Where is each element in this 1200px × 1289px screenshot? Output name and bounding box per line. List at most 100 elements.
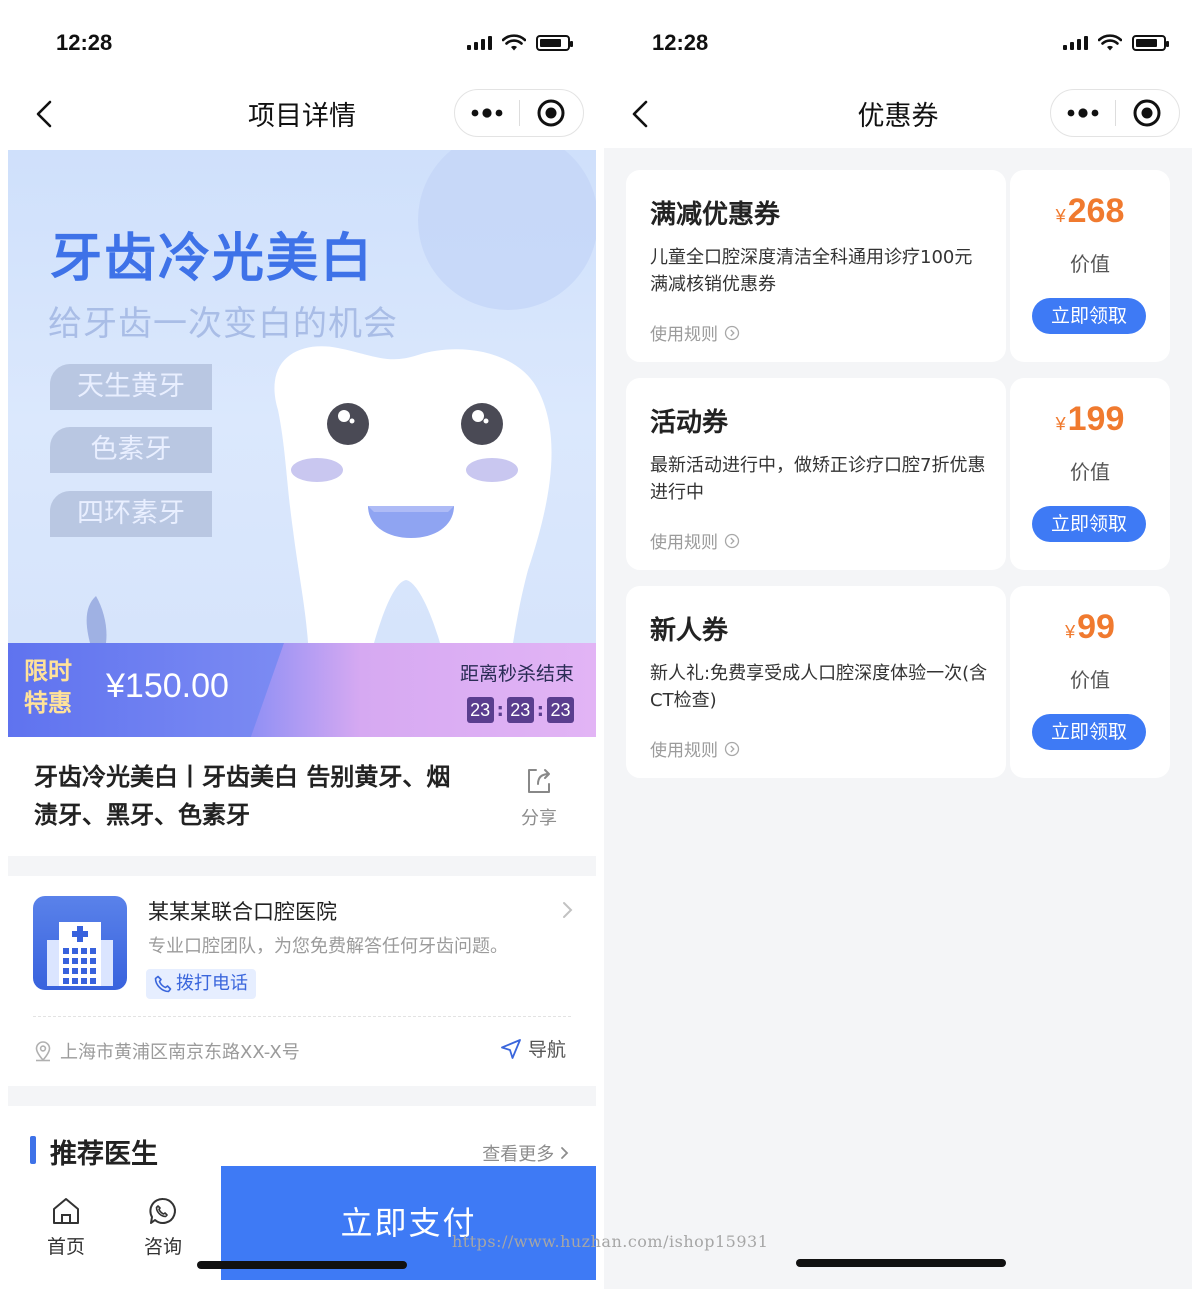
countdown-hours: 23 <box>466 697 494 723</box>
hospital-name[interactable]: 某某某联合口腔医院 <box>148 896 337 926</box>
product-title: 牙齿冷光美白丨牙齿美白 告别黄牙、烟渍牙、黑牙、色素牙 <box>34 763 451 829</box>
view-more-link[interactable]: 查看更多 <box>482 1140 570 1166</box>
home-icon <box>53 1198 79 1224</box>
recommended-doctors-header: 推荐医生 查看更多 <box>8 1106 596 1170</box>
coupon-value-label: 价值 <box>1070 460 1110 484</box>
signal-icon <box>467 36 492 50</box>
nav-bar: 优惠券 <box>604 80 1192 148</box>
section-gap <box>8 856 596 876</box>
coupon-value-label: 价值 <box>1070 668 1110 692</box>
coupon-rules-link[interactable]: 使用规则 <box>650 528 740 553</box>
status-time: 12:28 <box>56 30 113 55</box>
coupon-title: 活动券 <box>650 408 729 438</box>
coupon-rules-label: 使用规则 <box>650 533 718 553</box>
coupon-rules-link[interactable]: 使用规则 <box>650 320 740 345</box>
product-banner: 牙齿冷光美白 给牙齿一次变白的机会 天生黄牙 色素牙 四环素牙 <box>8 150 596 643</box>
flash-sale-price: ¥150.00 <box>106 667 229 705</box>
hospital-address: 上海市黄浦区南京东路XX-X号 <box>60 1042 300 1063</box>
claim-coupon-button[interactable]: 立即领取 <box>1032 714 1146 750</box>
tab-consult-label: 咨询 <box>143 1236 182 1258</box>
banner-tag: 四环素牙 <box>50 491 212 537</box>
status-icons <box>467 34 573 52</box>
coupon-amount: ¥99 <box>1010 608 1170 647</box>
hospital-description: 专业口腔团队，为您免费解答任何牙齿问题。 <box>148 936 508 957</box>
share-icon <box>528 769 550 793</box>
coupon-info: 活动券 最新活动进行中，做矫正诊疗口腔7折优惠进行中 使用规则 <box>626 378 1006 570</box>
coupon-description: 最新活动进行中，做矫正诊疗口腔7折优惠进行中 <box>650 455 986 503</box>
claim-coupon-button[interactable]: 立即领取 <box>1032 298 1146 334</box>
bottom-tab-bar: 首页 咨询 立即支付 <box>8 1166 596 1289</box>
banner-subtitle: 给牙齿一次变白的机会 <box>48 304 398 344</box>
tab-consult[interactable]: 咨询 <box>133 1196 193 1259</box>
signal-icon <box>1063 36 1088 50</box>
coupon-amount: ¥199 <box>1010 400 1170 439</box>
coupon-amount-value: 199 <box>1067 400 1125 438</box>
coupon-value-label: 价值 <box>1070 252 1110 276</box>
flash-sale-tag-line: 特惠 <box>24 689 72 717</box>
coupon-title: 新人券 <box>650 616 729 646</box>
target-icon[interactable] <box>1116 90 1180 136</box>
home-indicator <box>197 1261 407 1269</box>
coupon-card: 活动券 最新活动进行中，做矫正诊疗口腔7折优惠进行中 使用规则 ¥199 价值 … <box>626 378 1170 570</box>
claim-coupon-button[interactable]: 立即领取 <box>1032 506 1146 542</box>
countdown-separator: : <box>496 699 504 721</box>
wifi-icon <box>1098 34 1122 51</box>
coupon-rules-link[interactable]: 使用规则 <box>650 736 740 761</box>
coupon-info: 新人券 新人礼:免费享受成人口腔深度体验一次(含CT检查) 使用规则 <box>626 586 1006 778</box>
battery-icon <box>1132 35 1169 51</box>
mini-program-capsule <box>454 89 584 137</box>
project-detail-screen: 12:28 项目详情 牙齿冷光美白 给牙齿一次变白的机会 天生黄牙 色素牙 四环… <box>8 0 596 1289</box>
navigate-icon <box>501 1038 521 1059</box>
status-time: 12:28 <box>652 30 709 55</box>
coupon-amount: ¥268 <box>1010 192 1170 231</box>
countdown-timer: 23 : 23 : 23 <box>466 697 574 723</box>
info-circle-icon <box>724 325 740 340</box>
watermark-text: https://www.huzhan.com/ishop15931 <box>452 1232 769 1251</box>
banner-tag: 色素牙 <box>50 427 212 473</box>
section-accent-bar <box>30 1136 36 1164</box>
coupon-description: 新人礼:免费享受成人口腔深度体验一次(含CT检查) <box>650 663 988 711</box>
banner-tag: 天生黄牙 <box>50 364 212 410</box>
coupon-rules-label: 使用规则 <box>650 325 718 345</box>
tab-home[interactable]: 首页 <box>36 1196 96 1259</box>
navigate-label: 导航 <box>527 1039 566 1061</box>
countdown-seconds: 23 <box>547 697 574 723</box>
mini-program-capsule <box>1050 89 1180 137</box>
tab-home-label: 首页 <box>46 1236 85 1258</box>
more-icon[interactable] <box>1051 90 1115 136</box>
flash-sale-tag: 限时 特惠 <box>24 655 72 719</box>
currency-symbol: ¥ <box>1055 414 1066 434</box>
chevron-right-icon[interactable] <box>562 900 574 920</box>
info-circle-icon <box>724 741 740 756</box>
more-icon[interactable] <box>455 90 519 136</box>
coupon-description: 儿童全口腔深度清洁全科通用诊疗100元满减核销优惠券 <box>650 247 973 295</box>
section-gap <box>8 1086 596 1106</box>
status-bar: 12:28 <box>604 0 1192 80</box>
status-icons <box>1063 34 1169 52</box>
coupon-value-panel: ¥199 价值 立即领取 <box>1010 378 1170 570</box>
call-phone-button[interactable]: 拨打电话 <box>146 969 256 999</box>
flash-sale-tag-line: 限时 <box>24 657 72 685</box>
coupon-info: 满减优惠券 儿童全口腔深度清洁全科通用诊疗100元满减核销优惠券 使用规则 <box>626 170 1006 362</box>
nav-bar: 项目详情 <box>8 80 596 148</box>
battery-icon <box>536 35 573 51</box>
view-more-label: 查看更多 <box>482 1144 555 1165</box>
hospital-logo[interactable] <box>33 896 127 990</box>
share-button[interactable]: 分享 <box>514 766 564 830</box>
status-bar: 12:28 <box>8 0 596 80</box>
hospital-card: 某某某联合口腔医院 专业口腔团队，为您免费解答任何牙齿问题。 拨打电话 上海市黄… <box>8 876 596 1086</box>
target-icon[interactable] <box>520 90 584 136</box>
coupons-screen: 12:28 优惠券 满减优惠券 儿童全口腔深度清洁全科通用诊疗100元满减核销优… <box>604 0 1192 1289</box>
divider <box>33 1016 571 1017</box>
coupon-rules-label: 使用规则 <box>650 741 718 761</box>
currency-symbol: ¥ <box>1065 622 1076 642</box>
countdown-label: 距离秒杀结束 <box>459 663 574 685</box>
banner-title: 牙齿冷光美白 <box>50 229 375 289</box>
countdown-minutes: 23 <box>506 697 534 723</box>
coupon-amount-value: 99 <box>1077 608 1115 646</box>
share-label: 分享 <box>521 808 557 829</box>
home-indicator <box>796 1259 1006 1267</box>
call-phone-label: 拨打电话 <box>176 973 248 994</box>
navigate-button[interactable]: 导航 <box>500 1035 566 1062</box>
wifi-icon <box>502 34 526 51</box>
